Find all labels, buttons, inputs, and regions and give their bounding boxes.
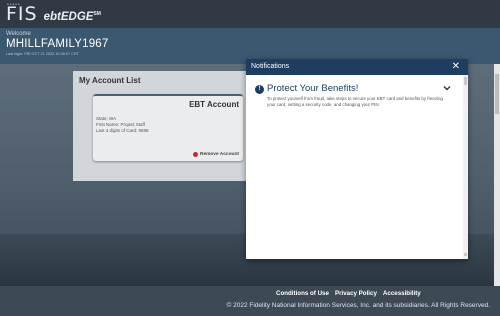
- account-list-panel: My Account List EBT Account State: WA Fi…: [73, 71, 253, 181]
- state-text: State: WA: [96, 116, 117, 121]
- page-scrollbar[interactable]: [494, 64, 500, 286]
- modal-scrollbar-thumb[interactable]: [464, 77, 467, 85]
- card-heading: EBT Account: [189, 100, 239, 109]
- trademark: SM: [93, 11, 101, 18]
- page-scrollbar-thumb[interactable]: [495, 74, 499, 114]
- welcome-label: Welcome: [6, 31, 31, 37]
- remove-icon: [192, 152, 198, 157]
- copyright-text: © 2022 Fidelity National Information Ser…: [226, 302, 490, 309]
- modal-header: Notifications ✕: [246, 59, 468, 75]
- chevron-down-icon[interactable]: [442, 83, 452, 93]
- alert-title[interactable]: Protect Your Benefits!: [267, 83, 358, 94]
- alert-icon: !: [255, 85, 264, 94]
- conditions-of-use-link[interactable]: Conditions of Use: [276, 290, 329, 297]
- first-name-text: First Name: Project Staff: [96, 122, 145, 127]
- username: MHILLFAMILY1967: [6, 38, 109, 50]
- top-header: ••••• FIS ebtEDGESM: [0, 0, 500, 28]
- privacy-policy-link[interactable]: Privacy Policy: [335, 290, 377, 297]
- account-list-title: My Account List: [79, 76, 141, 85]
- modal-scrollbar[interactable]: [463, 75, 468, 259]
- close-icon[interactable]: ✕: [452, 61, 460, 72]
- alert-body: To protect yourself from fraud, take ste…: [267, 96, 443, 107]
- logo-dots: •••••: [7, 2, 21, 8]
- notifications-modal: Notifications ✕ ! Protect Your Benefits!…: [246, 59, 468, 259]
- product-name: ebtEDGESM: [43, 11, 101, 23]
- ebt-account-card[interactable]: EBT Account State: WA First Name: Projec…: [93, 94, 243, 161]
- last-login-text: Last login: FRI OCT 21 2022 10:08:07 CDT: [6, 52, 79, 56]
- last-four-text: Last 4 digits of Card: 9688: [96, 128, 149, 133]
- remove-account-label: Remove Account: [199, 152, 239, 157]
- remove-account-button[interactable]: Remove Account: [192, 152, 239, 157]
- ebtedge-logo[interactable]: ••••• FIS ebtEDGESM: [6, 2, 101, 25]
- modal-title: Notifications: [251, 63, 290, 70]
- footer-links: Conditions of Use Privacy Policy Accessi…: [276, 290, 427, 297]
- accessibility-link[interactable]: Accessibility: [383, 290, 421, 297]
- modal-scrollbar-arrow[interactable]: [464, 253, 467, 256]
- page-footer: Conditions of Use Privacy Policy Accessi…: [0, 286, 500, 316]
